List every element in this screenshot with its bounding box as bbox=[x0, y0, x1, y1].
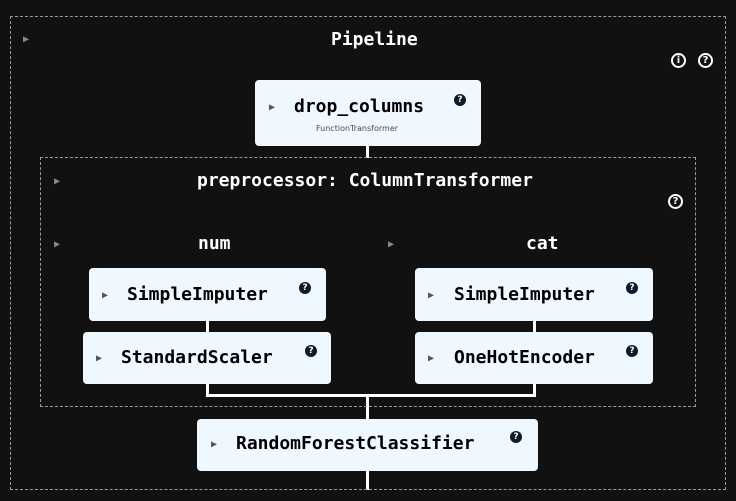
cat-simpleimputer-toggle-icon[interactable]: ▶ bbox=[428, 291, 434, 301]
drop-columns-toggle-icon[interactable]: ▶ bbox=[269, 103, 275, 113]
num-title: num bbox=[198, 233, 231, 254]
pipeline-title: Pipeline bbox=[331, 29, 418, 50]
cat-simpleimputer-label: SimpleImputer bbox=[454, 284, 595, 305]
num-simpleimputer-label: SimpleImputer bbox=[127, 284, 268, 305]
num-standardscaler-toggle-icon[interactable]: ▶ bbox=[96, 354, 102, 364]
cat-onehotencoder-step[interactable]: ▶ OneHotEncoder ? bbox=[415, 332, 653, 384]
pipeline-toggle-icon[interactable]: ▶ bbox=[23, 35, 29, 45]
cat-simpleimputer-step[interactable]: ▶ SimpleImputer ? bbox=[415, 268, 653, 321]
num-simpleimputer-toggle-icon[interactable]: ▶ bbox=[102, 291, 108, 301]
randomforest-step[interactable]: ▶ RandomForestClassifier ? bbox=[197, 419, 538, 471]
cat-simpleimputer-help-icon[interactable]: ? bbox=[626, 282, 638, 294]
num-simpleimputer-step[interactable]: ▶ SimpleImputer ? bbox=[89, 268, 326, 321]
preprocessor-toggle-icon[interactable]: ▶ bbox=[54, 177, 60, 187]
drop-columns-step[interactable]: ▶ drop_columns FunctionTransformer ? bbox=[255, 80, 481, 146]
info-icon[interactable]: i bbox=[671, 53, 686, 68]
preprocessor-title: preprocessor: ColumnTransformer bbox=[197, 170, 533, 191]
num-toggle-icon[interactable]: ▶ bbox=[54, 240, 60, 250]
preprocessor-help-icon[interactable]: ? bbox=[668, 194, 683, 209]
num-standardscaler-help-icon[interactable]: ? bbox=[305, 345, 317, 357]
cat-onehotencoder-toggle-icon[interactable]: ▶ bbox=[428, 354, 434, 364]
cat-toggle-icon[interactable]: ▶ bbox=[388, 240, 394, 250]
randomforest-help-icon[interactable]: ? bbox=[510, 431, 522, 443]
num-simpleimputer-help-icon[interactable]: ? bbox=[299, 282, 311, 294]
num-standardscaler-label: StandardScaler bbox=[121, 347, 273, 368]
randomforest-toggle-icon[interactable]: ▶ bbox=[211, 440, 217, 450]
drop-columns-help-icon[interactable]: ? bbox=[454, 94, 466, 106]
cat-onehotencoder-label: OneHotEncoder bbox=[454, 347, 595, 368]
cat-onehotencoder-help-icon[interactable]: ? bbox=[626, 345, 638, 357]
cat-title: cat bbox=[526, 233, 559, 254]
drop-columns-sublabel: FunctionTransformer bbox=[316, 124, 399, 133]
question-icon[interactable]: ? bbox=[698, 53, 713, 68]
drop-columns-label: drop_columns bbox=[294, 96, 425, 117]
randomforest-label: RandomForestClassifier bbox=[236, 433, 475, 454]
num-standardscaler-step[interactable]: ▶ StandardScaler ? bbox=[83, 332, 331, 384]
